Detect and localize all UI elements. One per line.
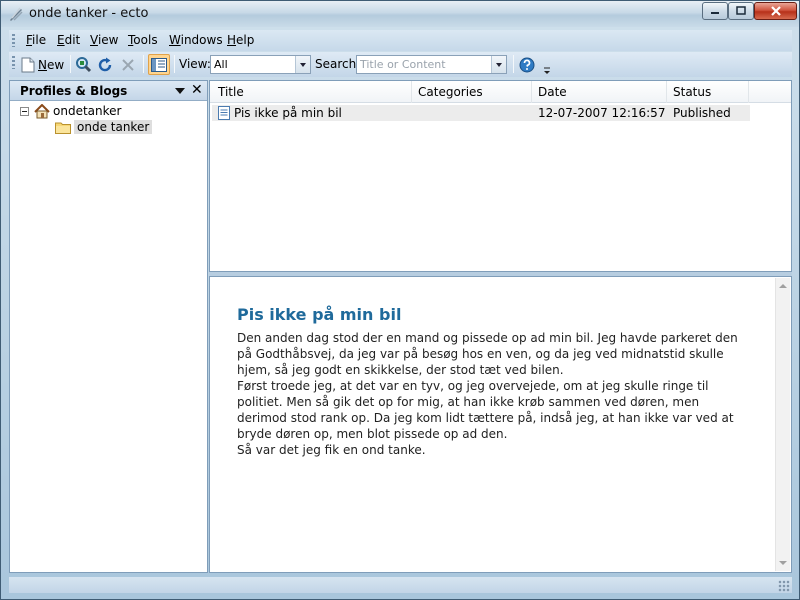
menu-edit-mnemonic: E xyxy=(57,33,65,47)
view-select-value: All xyxy=(214,58,228,71)
menu-tools[interactable]: Tools xyxy=(128,33,158,47)
new-post-label-rest: ew xyxy=(46,57,65,72)
find-icon xyxy=(76,57,92,73)
toolbar-separator xyxy=(513,55,514,73)
overflow-icon xyxy=(544,67,550,74)
new-post-mnemonic: N xyxy=(38,57,47,72)
menu-view-mnemonic: V xyxy=(90,33,98,47)
menu-file[interactable]: File xyxy=(26,33,46,47)
maximize-icon xyxy=(736,6,746,15)
toolbar: New View: All Search: Title or Content xyxy=(9,52,792,77)
toolbar-separator xyxy=(70,55,71,73)
new-document-icon xyxy=(21,57,35,72)
app-icon xyxy=(10,7,23,21)
menu-edit[interactable]: Edit xyxy=(57,33,80,47)
toolbar-separator xyxy=(143,55,144,73)
layout-icon xyxy=(151,57,167,72)
preview-body: Den anden dag stod der en mand og pissed… xyxy=(237,330,752,458)
tree-item-profile[interactable]: ondetanker xyxy=(20,103,121,119)
table-row[interactable]: Pis ikke på min bil 12-07-2007 12:16:57 … xyxy=(212,105,750,121)
minimize-icon xyxy=(711,12,719,14)
panel-title: Profiles & Blogs xyxy=(20,84,128,98)
preview-paragraph: Den anden dag stod der en mand og pissed… xyxy=(237,331,738,377)
post-icon xyxy=(218,106,230,120)
maximize-button[interactable] xyxy=(728,2,754,20)
collapse-icon[interactable] xyxy=(20,106,29,116)
column-header-categories[interactable]: Categories xyxy=(412,81,532,103)
menu-help-label: elp xyxy=(236,33,255,47)
profiles-panel: Profiles & Blogs ✕ ondetanker onde tanke… xyxy=(9,80,208,573)
help-icon xyxy=(519,57,535,72)
menu-help-mnemonic: H xyxy=(227,33,237,47)
menu-tools-label: ools xyxy=(133,33,158,47)
toggle-layout-button[interactable] xyxy=(148,54,170,75)
folder-icon xyxy=(55,122,71,134)
new-post-label: New xyxy=(38,58,64,72)
tree-item-blog[interactable]: onde tanker xyxy=(55,119,153,135)
search-label: Search: xyxy=(315,57,361,71)
column-header-status[interactable]: Status xyxy=(667,81,749,103)
profile-label: ondetanker xyxy=(53,104,122,118)
refresh-icon xyxy=(98,57,112,71)
toolbar-grip[interactable] xyxy=(12,56,15,69)
menu-view-label: iew xyxy=(97,33,119,47)
home-icon xyxy=(34,103,50,118)
chevron-down-icon[interactable] xyxy=(295,56,310,73)
app-window: onde tanker - ecto File Edit View Tools … xyxy=(0,0,800,600)
status-bar xyxy=(9,577,792,593)
view-label: View: xyxy=(179,57,211,71)
menu-windows-mnemonic: W xyxy=(169,33,181,47)
preview-content: Pis ikke på min bil Den anden dag stod d… xyxy=(237,305,752,458)
post-list: Title Categories Date Status Pis ikke på… xyxy=(209,80,792,272)
new-post-button[interactable]: New xyxy=(21,54,67,75)
find-button[interactable] xyxy=(75,54,93,75)
menu-windows-label: indows xyxy=(180,33,223,47)
post-title-cell: Pis ikke på min bil xyxy=(234,106,342,120)
delete-icon xyxy=(122,58,134,71)
resize-grip-icon[interactable] xyxy=(778,580,790,592)
minimize-button[interactable] xyxy=(702,2,728,20)
post-preview: Pis ikke på min bil Den anden dag stod d… xyxy=(209,276,792,573)
column-header-title[interactable]: Title xyxy=(212,81,412,103)
preview-scrollbar[interactable] xyxy=(775,278,790,571)
scroll-down-icon[interactable] xyxy=(779,561,787,565)
view-select[interactable]: All xyxy=(210,55,311,74)
close-window-button[interactable] xyxy=(754,2,797,20)
panel-menu-icon[interactable] xyxy=(174,85,186,97)
chevron-down-icon[interactable] xyxy=(491,56,506,73)
menu-help[interactable]: Help xyxy=(227,33,254,47)
menu-edit-label: dit xyxy=(64,33,81,47)
preview-paragraph: Så var det jeg fik en ond tanke. xyxy=(237,443,426,457)
search-input[interactable]: Title or Content xyxy=(356,55,507,74)
post-date-cell: 12-07-2007 12:16:57 xyxy=(538,106,666,120)
menu-bar: File Edit View Tools Windows Help xyxy=(9,30,792,51)
refresh-button[interactable] xyxy=(97,54,115,75)
post-list-header: Title Categories Date Status xyxy=(210,81,791,103)
close-icon xyxy=(770,6,781,16)
title-bar[interactable]: onde tanker - ecto xyxy=(1,1,799,27)
delete-button[interactable] xyxy=(121,54,139,75)
search-placeholder: Title or Content xyxy=(360,58,446,71)
scroll-up-icon[interactable] xyxy=(779,284,787,288)
menu-grip[interactable] xyxy=(12,34,15,47)
preview-title: Pis ikke på min bil xyxy=(237,305,402,324)
profiles-panel-header: Profiles & Blogs ✕ xyxy=(10,81,207,101)
column-header-date[interactable]: Date xyxy=(532,81,667,103)
close-icon[interactable]: ✕ xyxy=(191,83,203,97)
preview-paragraph: Først troede jeg, at det var en tyv, og … xyxy=(237,379,734,441)
menu-view[interactable]: View xyxy=(90,33,118,47)
menu-windows[interactable]: Windows xyxy=(169,33,223,47)
post-status-cell: Published xyxy=(673,106,731,120)
blog-label: onde tanker xyxy=(74,120,153,134)
toolbar-separator xyxy=(174,55,175,73)
toolbar-overflow-button[interactable] xyxy=(543,58,553,79)
window-title: onde tanker - ecto xyxy=(29,6,149,21)
menu-file-label: ile xyxy=(32,33,47,47)
help-button[interactable] xyxy=(519,54,537,75)
